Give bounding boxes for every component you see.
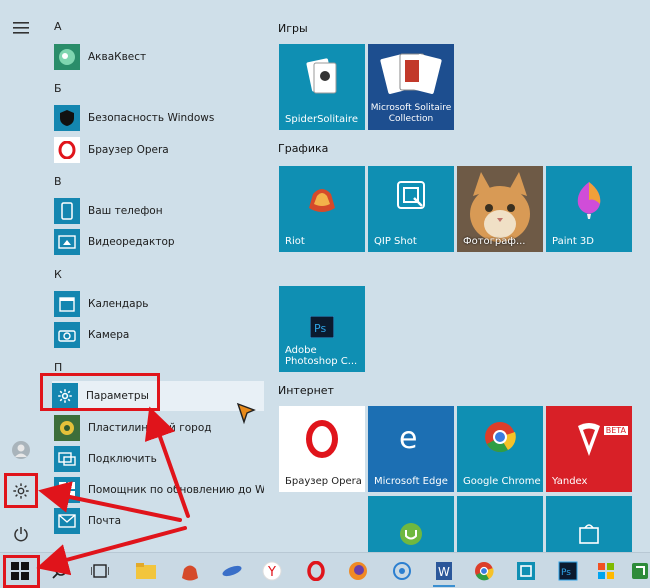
annotation-arrows — [36, 406, 190, 576]
